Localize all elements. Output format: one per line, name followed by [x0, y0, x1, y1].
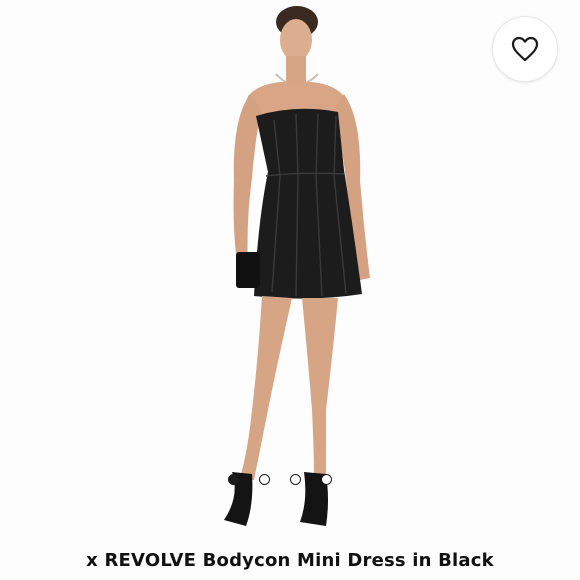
- left-leg: [240, 296, 292, 480]
- clutch-bag: [236, 252, 260, 288]
- carousel-dot[interactable]: [290, 474, 301, 485]
- favorite-button[interactable]: [492, 16, 558, 82]
- right-leg: [302, 298, 338, 478]
- carousel-dot[interactable]: [228, 474, 239, 485]
- carousel-indicators: [228, 474, 332, 485]
- product-image[interactable]: [0, 0, 580, 540]
- carousel-dot[interactable]: [259, 474, 270, 485]
- face: [280, 19, 312, 61]
- product-page: x REVOLVE Bodycon Mini Dress in Black: [0, 0, 580, 580]
- carousel-dot[interactable]: [321, 474, 332, 485]
- neck: [286, 56, 306, 84]
- product-title: x REVOLVE Bodycon Mini Dress in Black: [86, 550, 494, 571]
- heart-icon: [511, 36, 539, 62]
